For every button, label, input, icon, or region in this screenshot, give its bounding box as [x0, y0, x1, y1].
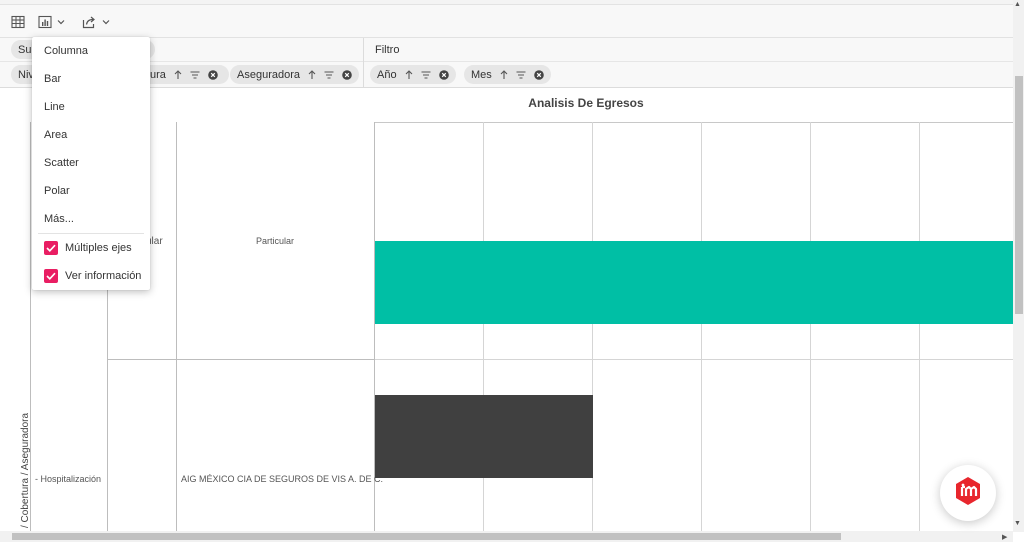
app-logo-button[interactable]: [940, 465, 996, 521]
scroll-down-arrow-icon[interactable]: ▼: [1014, 520, 1021, 527]
row-pill-label: ura: [150, 68, 166, 81]
scroll-up-arrow-icon[interactable]: ▲: [1014, 1, 1021, 8]
filter-pill-anio[interactable]: Año: [370, 65, 456, 84]
menu-item-bar[interactable]: Bar: [44, 73, 61, 85]
menu-item-area[interactable]: Area: [44, 129, 67, 141]
menu-divider: [38, 233, 144, 234]
sort-arrow-icon[interactable]: [405, 69, 413, 80]
chart-type-menu: Columna Bar Line Area Scatter Polar Más.…: [32, 37, 150, 290]
plot-gridline: [919, 122, 920, 531]
remove-icon[interactable]: [438, 69, 449, 80]
row-header-level2: AIG MÉXICO CIA DE SEGUROS DE VIS A. DE C…: [181, 474, 384, 484]
chart-type-button[interactable]: [38, 11, 65, 33]
show-info-option[interactable]: Ver información: [44, 269, 141, 283]
plot-gridline: [701, 122, 702, 531]
row-pill-label: Aseguradora: [237, 68, 300, 81]
chart-title: Analisis De Egresos: [528, 96, 644, 110]
filter-icon[interactable]: [324, 70, 334, 79]
menu-item-columna[interactable]: Columna: [44, 45, 88, 57]
value-pill-label: Su: [18, 43, 32, 56]
chart-icon: [38, 15, 52, 29]
chevron-down-icon: [57, 19, 65, 25]
plot-gridline: [810, 122, 811, 531]
row-pill-aseguradora[interactable]: Aseguradora: [230, 65, 359, 84]
area-divider: [363, 38, 364, 88]
filter-pill-label: Año: [377, 68, 397, 81]
row-pill-cobertura[interactable]: ura: [150, 65, 225, 84]
vertical-scroll-thumb[interactable]: [1015, 76, 1023, 314]
checkbox-label: Ver información: [65, 270, 142, 282]
toolbar: [0, 5, 1013, 38]
chevron-down-icon: [102, 19, 110, 25]
row-header-level1: - Hospitalización: [35, 474, 102, 484]
header-col-line: [176, 122, 177, 531]
remove-icon[interactable]: [342, 69, 352, 80]
checkbox-label: Múltiples ejes: [65, 242, 132, 254]
export-button[interactable]: [82, 11, 110, 33]
sort-arrow-icon[interactable]: [174, 69, 182, 80]
filter-icon[interactable]: [516, 70, 526, 79]
app-window: Su Filtro Niv ura Aseguradora Año Mes An…: [0, 0, 1024, 544]
plot-row-divider: [375, 359, 1013, 360]
remove-icon[interactable]: [208, 69, 218, 80]
row-header-level2: Particular: [256, 236, 295, 246]
filter-icon[interactable]: [421, 70, 431, 79]
filter-icon[interactable]: [190, 70, 200, 79]
filter-area-label: Filtro: [375, 44, 400, 56]
filter-pill-label: Mes: [471, 68, 492, 81]
sort-arrow-icon[interactable]: [308, 69, 316, 80]
menu-item-mas[interactable]: Más...: [44, 213, 74, 225]
multiple-axes-option[interactable]: Múltiples ejes: [44, 241, 132, 255]
scroll-right-arrow-icon[interactable]: ▶: [1002, 533, 1007, 541]
chart-bar-particular[interactable]: [375, 241, 1013, 324]
export-icon: [82, 15, 97, 29]
horizontal-scroll-thumb[interactable]: [12, 533, 841, 540]
logo-icon: [954, 476, 982, 511]
row-axis-label: / Cobertura / Aseguradora: [20, 412, 31, 528]
row-divider: [107, 359, 375, 360]
table-icon[interactable]: [11, 11, 25, 33]
menu-item-line[interactable]: Line: [44, 101, 65, 113]
menu-item-polar[interactable]: Polar: [44, 185, 70, 197]
chart-bar-aig[interactable]: [375, 395, 593, 478]
checkbox-checked-icon[interactable]: [44, 241, 58, 255]
remove-icon[interactable]: [533, 69, 544, 80]
menu-item-scatter[interactable]: Scatter: [44, 157, 79, 169]
plot-top-border: [375, 122, 1013, 123]
sort-arrow-icon[interactable]: [500, 69, 508, 80]
filter-pill-mes[interactable]: Mes: [464, 65, 551, 84]
checkbox-checked-icon[interactable]: [44, 269, 58, 283]
